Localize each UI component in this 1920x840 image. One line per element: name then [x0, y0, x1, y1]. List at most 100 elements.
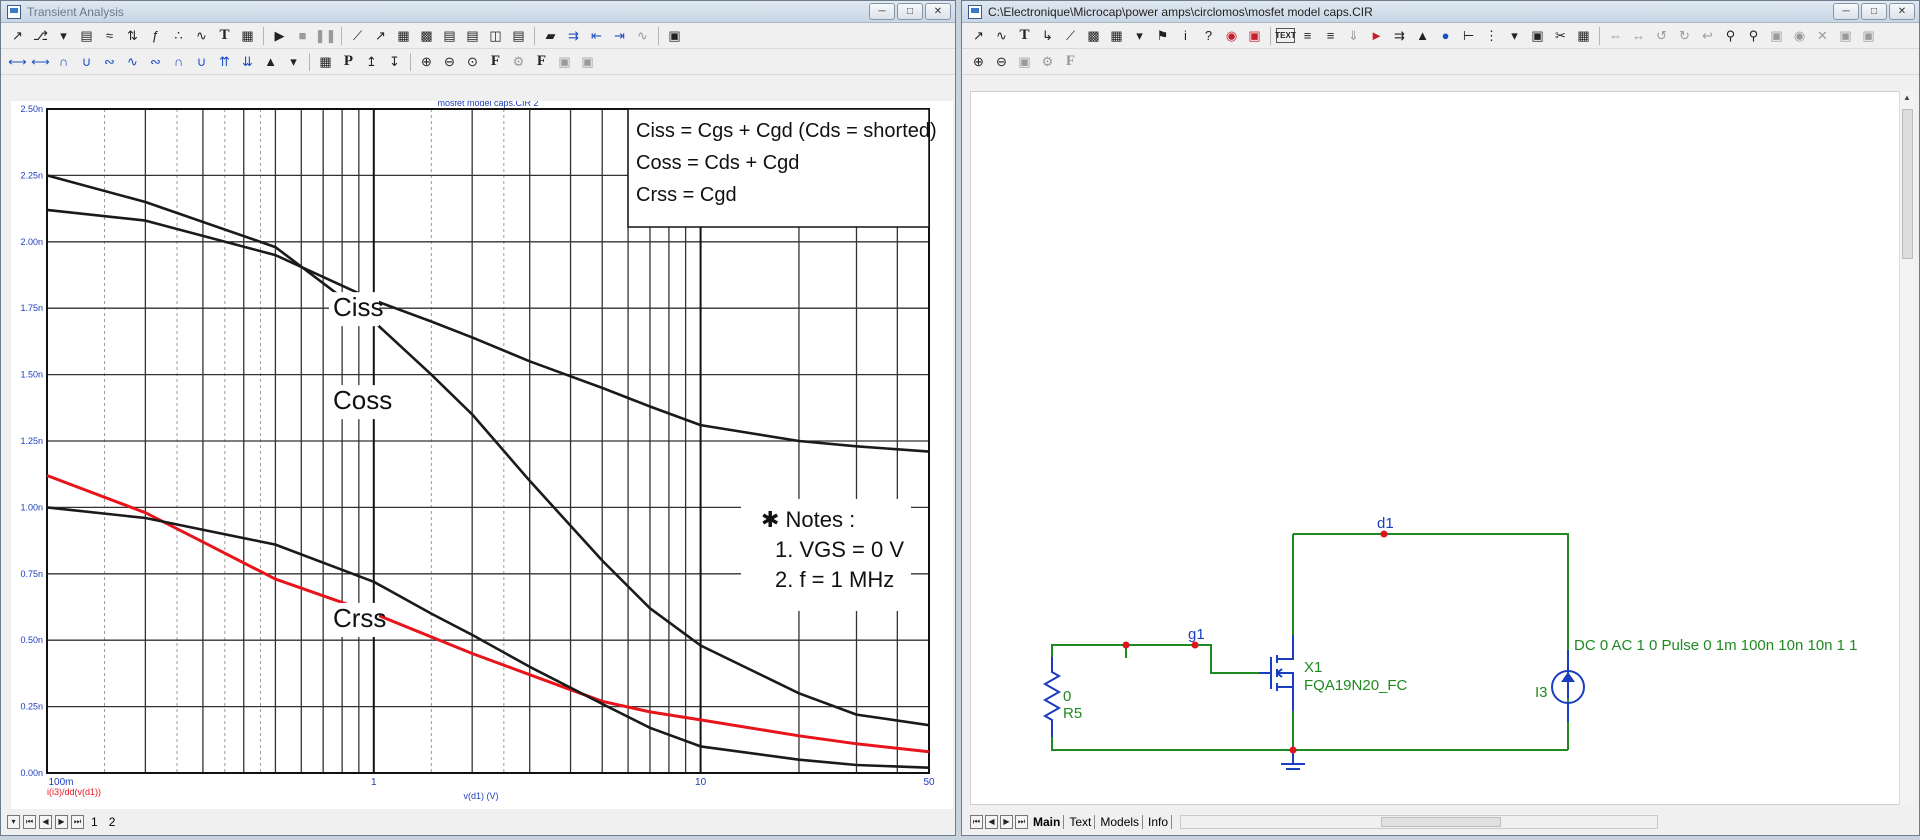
minimize-button[interactable]: ─ — [1833, 3, 1859, 20]
global-low-icon[interactable]: ∪ — [191, 51, 212, 72]
zoom-out-icon[interactable]: ⊖ — [991, 51, 1012, 72]
line-tool-icon[interactable]: ⟋ — [347, 25, 368, 46]
tab-main[interactable]: Main — [1030, 815, 1065, 829]
grid-snap-icon[interactable]: ▲ — [1412, 25, 1433, 46]
zoom-fit-icon[interactable]: ⊙ — [462, 51, 483, 72]
paste-icon[interactable]: ▣ — [577, 51, 598, 72]
close-button[interactable]: ✕ — [925, 3, 951, 20]
resistor-r5[interactable] — [1042, 657, 1062, 737]
print-icon[interactable]: ▣ — [1014, 51, 1035, 72]
node-snap-icon[interactable]: ⊢ — [1458, 25, 1479, 46]
left-titlebar[interactable]: Transient Analysis ─ □ ✕ — [1, 1, 955, 23]
schematic-svg[interactable]: 0 R5 X1 FQA19N20_FC I3 DC 0 AC 1 0 Pulse… — [971, 92, 1901, 806]
stop-icon[interactable]: ✕ — [1812, 25, 1833, 46]
inflection-icon[interactable]: ∾ — [145, 51, 166, 72]
cursor-left-icon[interactable]: ⇤ — [586, 25, 607, 46]
copy-icon[interactable]: ▣ — [554, 51, 575, 72]
probe-icon[interactable]: ▣ — [1244, 25, 1265, 46]
graphics-icon[interactable]: ▦ — [1106, 25, 1127, 46]
last-tab-icon[interactable]: ⏭ — [1015, 815, 1028, 829]
current-source-i3[interactable] — [1551, 650, 1585, 722]
current-icon[interactable]: ⇓ — [1343, 25, 1364, 46]
point-icon[interactable]: ◉ — [1221, 25, 1242, 46]
next-page-icon[interactable]: ▶ — [55, 815, 68, 829]
page-tab-2[interactable]: 2 — [105, 815, 120, 829]
run-icon[interactable]: ▶ — [269, 25, 290, 46]
dropdown-icon[interactable]: ▾ — [283, 51, 304, 72]
capacitance-plot[interactable]: 2.50n 2.25n 2.00n 1.75n 1.50n 1.25n 1.00n 0.75n… — [11, 101, 953, 809]
scale-icon[interactable]: ⇅ — [122, 25, 143, 46]
orthogonal-wire-icon[interactable]: ↳ — [1037, 25, 1058, 46]
find-icon[interactable]: ⚲ — [1720, 25, 1741, 46]
pause-icon[interactable]: ❚❚ — [315, 25, 337, 46]
tab-models[interactable]: Models — [1097, 815, 1144, 829]
grid-icon[interactable]: ⋮ — [1481, 25, 1502, 46]
settings-icon[interactable]: ⚙ — [1037, 51, 1058, 72]
rotate-icon[interactable]: ↺ — [1651, 25, 1672, 46]
columns-icon[interactable]: ◫ — [485, 25, 506, 46]
undo-icon[interactable]: ↩ — [1697, 25, 1718, 46]
right-titlebar[interactable]: C:\Electronique\Microcap\power amps\circ… — [962, 1, 1919, 23]
pause-icon[interactable]: ◉ — [1789, 25, 1810, 46]
expression-icon[interactable]: ƒ — [145, 25, 166, 46]
scroll-thumb[interactable] — [1902, 109, 1913, 259]
node-numbers-icon[interactable]: ≡ — [1297, 25, 1318, 46]
plot-properties-icon[interactable]: ▤ — [76, 25, 97, 46]
low-icon[interactable]: ∿ — [122, 51, 143, 72]
prev-tab-icon[interactable]: ◀ — [985, 815, 998, 829]
table-icon[interactable]: ▤ — [439, 25, 460, 46]
copy-icon[interactable]: ▣ — [1835, 25, 1856, 46]
component-icon[interactable]: ▩ — [1083, 25, 1104, 46]
tab-text[interactable]: Text — [1066, 815, 1096, 829]
text-tool-icon[interactable]: T — [214, 25, 235, 46]
tag-icon[interactable]: ▲ — [260, 51, 281, 72]
function-icon[interactable]: F — [485, 51, 506, 72]
cursor-peak-icon[interactable]: ⟷ — [7, 51, 28, 72]
grid-icon[interactable]: ▦ — [393, 25, 414, 46]
plot-area[interactable]: 2.50n 2.25n 2.00n 1.75n 1.50n 1.25n 1.00n 0.75n… — [11, 101, 953, 809]
y-cursor-icon[interactable]: ↧ — [384, 51, 405, 72]
wire-icon[interactable]: ∿ — [991, 25, 1012, 46]
zoom-out-icon[interactable]: ⊖ — [439, 51, 460, 72]
node-voltage-icon[interactable]: ≡ — [1320, 25, 1341, 46]
last-page-icon[interactable]: ⏭ — [71, 815, 84, 829]
table-view-icon[interactable]: ▦ — [315, 51, 336, 72]
text-tool-icon[interactable]: T — [1014, 25, 1035, 46]
horizontal-scrollbar[interactable] — [1180, 815, 1659, 829]
properties-icon[interactable]: ▦ — [237, 25, 258, 46]
cursor-valley-icon[interactable]: ⟷ — [30, 51, 51, 72]
text-display-icon[interactable]: TEXT — [1275, 28, 1296, 43]
zoom-in-icon[interactable]: ⊕ — [416, 51, 437, 72]
point-tag-icon[interactable]: P — [338, 51, 359, 72]
scroll-up-icon[interactable]: ▲ — [1903, 93, 1911, 102]
close-button[interactable]: ✕ — [1889, 3, 1915, 20]
add-curve-icon[interactable]: ≈ — [99, 25, 120, 46]
function-icon[interactable]: F — [1060, 51, 1081, 72]
flip-icon[interactable]: ⇔ — [1605, 25, 1626, 46]
display-icon[interactable]: ▣ — [1766, 25, 1787, 46]
pin-connections-icon[interactable]: ⇉ — [1389, 25, 1410, 46]
prev-page-icon[interactable]: ◀ — [39, 815, 52, 829]
cursor-mode-icon[interactable]: ⎇ — [30, 25, 51, 46]
bottom-icon[interactable]: ⇊ — [237, 51, 258, 72]
arrow-tool-icon[interactable]: ↗ — [370, 25, 391, 46]
diagonal-wire-icon[interactable]: ⟋ — [1060, 25, 1081, 46]
schematic-canvas[interactable]: 0 R5 X1 FQA19N20_FC I3 DC 0 AC 1 0 Pulse… — [970, 91, 1900, 805]
flag-icon[interactable]: ⚑ — [1152, 25, 1173, 46]
binoculars-icon[interactable]: ⚲ — [1743, 25, 1764, 46]
stepping-icon[interactable]: ∴ — [168, 25, 189, 46]
redo-icon[interactable]: ↻ — [1674, 25, 1695, 46]
vertical-scrollbar[interactable]: ▲ — [1899, 91, 1915, 805]
top-icon[interactable]: ⇈ — [214, 51, 235, 72]
high-icon[interactable]: ∾ — [99, 51, 120, 72]
maximize-button[interactable]: □ — [1861, 3, 1887, 20]
next-peak-icon[interactable]: ∩ — [53, 51, 74, 72]
minimize-button[interactable]: ─ — [869, 3, 895, 20]
page-menu-icon[interactable]: ▾ — [7, 815, 20, 829]
info-icon[interactable]: i — [1175, 25, 1196, 46]
zoom-in-icon[interactable]: ⊕ — [968, 51, 989, 72]
tag-f-icon[interactable]: F — [531, 51, 552, 72]
global-high-icon[interactable]: ∩ — [168, 51, 189, 72]
image-icon[interactable]: ▣ — [664, 25, 685, 46]
table-alt-icon[interactable]: ▤ — [462, 25, 483, 46]
